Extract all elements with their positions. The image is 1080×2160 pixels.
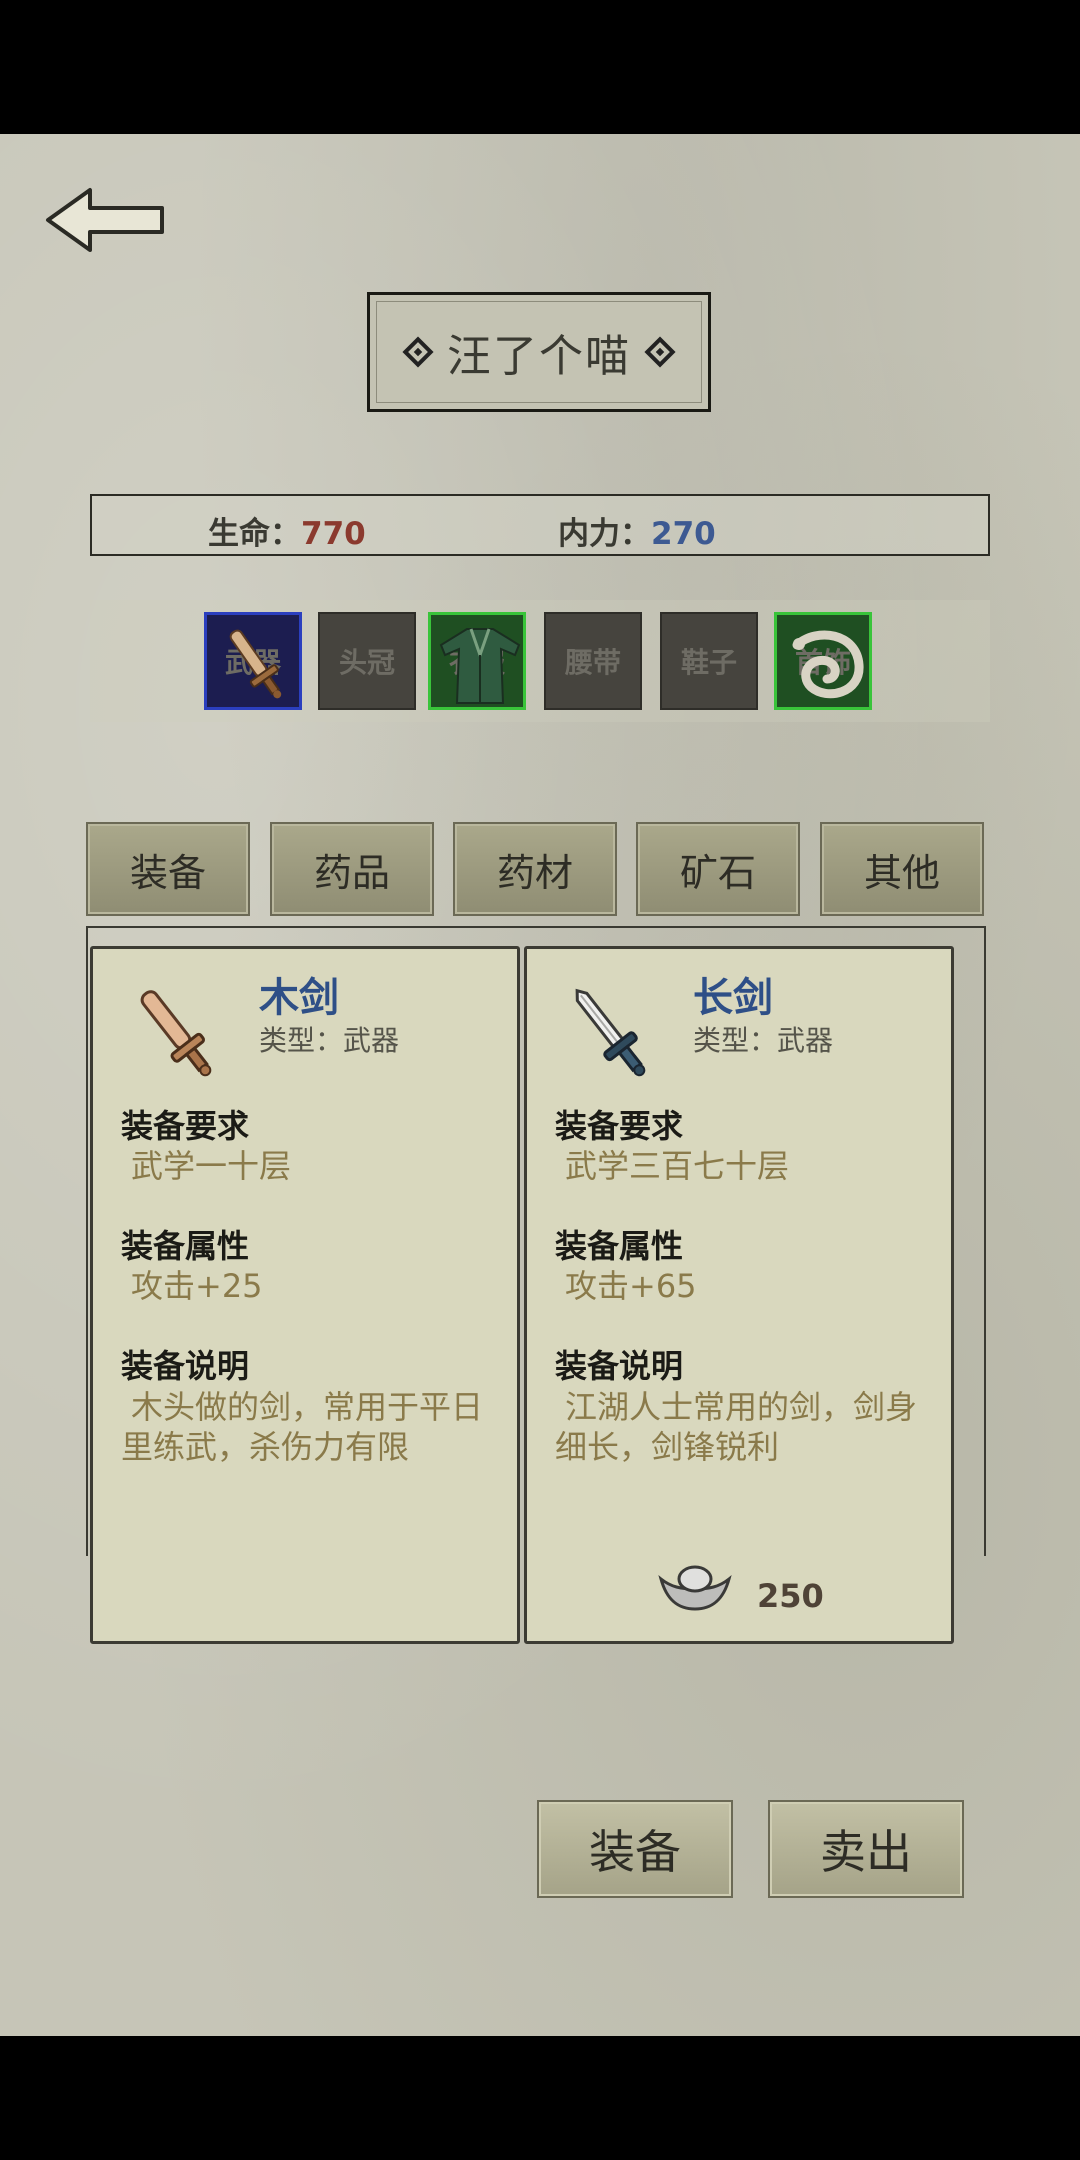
mp-label: 内力： xyxy=(558,516,651,552)
sword-icon xyxy=(229,629,282,699)
equip-button[interactable]: 装备 xyxy=(537,1800,733,1898)
hp-value: 770 xyxy=(301,516,366,552)
requirement-value: 武学一十层 xyxy=(131,1147,292,1185)
description-text: 江湖人士常用的剑，剑身细长，剑锋锐利 xyxy=(555,1388,918,1466)
equipment-slots: 武器 头冠 衣服 腰带 鞋子 xyxy=(90,600,990,722)
character-name-plate: 汪了个喵 xyxy=(367,292,711,412)
slot-accessory[interactable]: 首饰 xyxy=(774,612,872,710)
requirement-value: 武学三百七十层 xyxy=(565,1147,790,1185)
slot-helmet-label: 头冠 xyxy=(338,646,395,679)
slot-weapon[interactable]: 武器 xyxy=(204,612,302,710)
character-name: 汪了个喵 xyxy=(447,331,631,382)
tab-ore[interactable]: 矿石 xyxy=(636,822,800,916)
slot-helmet[interactable]: 头冠 xyxy=(318,612,416,710)
item-type: 类型：武器 xyxy=(693,1024,834,1057)
hp-stat: 生命：770 xyxy=(208,508,366,553)
attribute-value: 攻击+25 xyxy=(131,1267,263,1305)
item-card-equipped[interactable]: 木剑 类型：武器 装备要求 武学一十层 装备属性 攻击+25 装备说明 木头做的… xyxy=(90,946,520,1644)
slot-shoes[interactable]: 鞋子 xyxy=(660,612,758,710)
item-name: 木剑 xyxy=(259,975,339,1021)
dragon-ring-icon xyxy=(792,630,864,699)
stats-bar: 生命：770 内力：270 xyxy=(90,494,990,556)
long-sword-icon xyxy=(575,988,646,1077)
slot-belt-label: 腰带 xyxy=(564,646,621,679)
item-type: 类型：武器 xyxy=(259,1024,400,1057)
mp-value: 270 xyxy=(651,516,716,552)
description-text: 木头做的剑，常用于平日里练武，杀伤力有限 xyxy=(121,1388,484,1466)
item-name: 长剑 xyxy=(693,975,773,1021)
attribute-value: 攻击+65 xyxy=(565,1267,697,1305)
robe-icon xyxy=(439,628,521,704)
tab-medicine[interactable]: 药品 xyxy=(270,822,434,916)
hp-label: 生命： xyxy=(208,516,301,552)
description-heading: 装备说明 xyxy=(121,1347,250,1385)
slot-clothes[interactable]: 衣服 xyxy=(428,612,526,710)
description-heading: 装备说明 xyxy=(555,1347,684,1385)
silver-ingot-icon xyxy=(658,1565,732,1611)
tab-equipment[interactable]: 装备 xyxy=(86,822,250,916)
item-card-selected[interactable]: 长剑 类型：武器 装备要求 武学三百七十层 装备属性 攻击+65 装备说明 江湖… xyxy=(524,946,954,1644)
mp-stat: 内力：270 xyxy=(558,508,716,553)
diamond-ornament-icon xyxy=(402,336,434,368)
wooden-sword-icon xyxy=(140,990,212,1077)
tab-other[interactable]: 其他 xyxy=(820,822,984,916)
sell-button[interactable]: 卖出 xyxy=(768,1800,964,1898)
sell-price: 250 xyxy=(757,1577,824,1615)
game-screen: 汪了个喵 生命：770 内力：270 武器 头冠 xyxy=(0,134,1080,2036)
diamond-ornament-icon xyxy=(644,336,676,368)
slot-belt[interactable]: 腰带 xyxy=(544,612,642,710)
slot-shoes-label: 鞋子 xyxy=(680,646,737,679)
tab-herbs[interactable]: 药材 xyxy=(453,822,617,916)
back-arrow-icon[interactable] xyxy=(44,184,168,256)
